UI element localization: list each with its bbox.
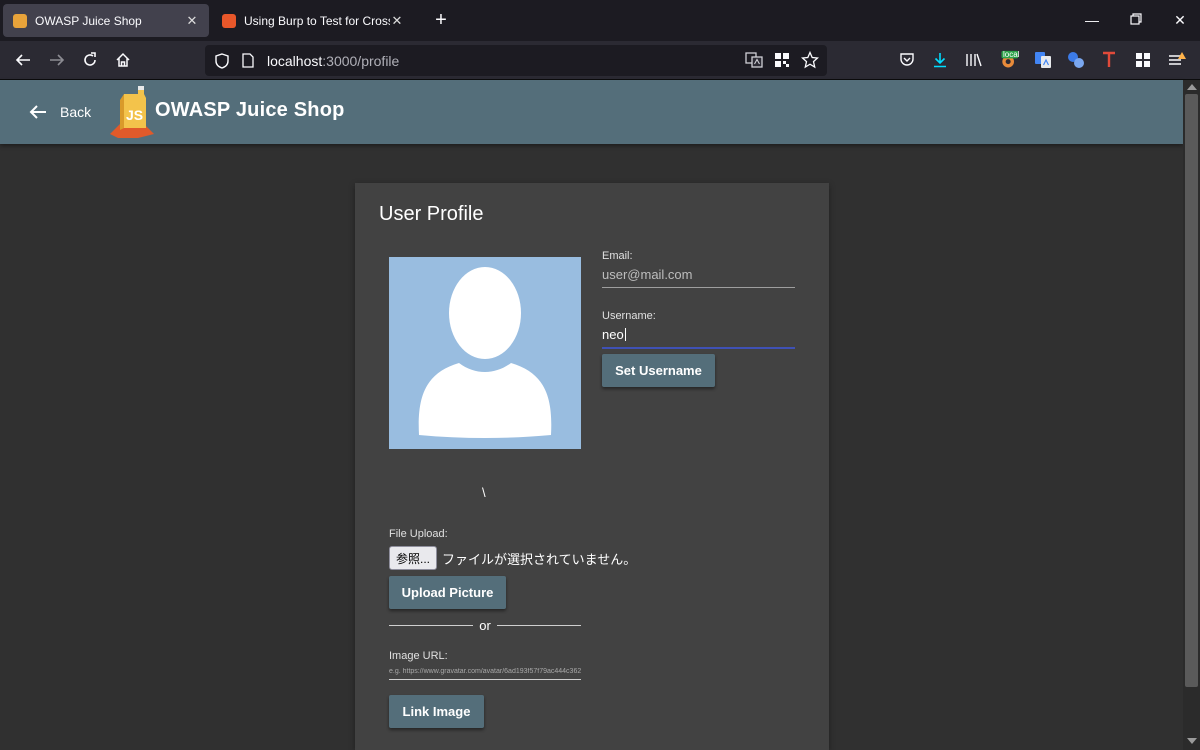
browse-file-button[interactable]: 参照...: [389, 546, 437, 570]
local-extension-icon[interactable]: local: [999, 50, 1019, 70]
tab-burp-article[interactable]: Using Burp to Test for Cross-Site ✕: [212, 4, 414, 37]
scrollbar-thumb[interactable]: [1185, 94, 1198, 687]
extensions-grid-icon[interactable]: [1133, 50, 1153, 70]
divider-line-left: [389, 624, 474, 626]
url-host: localhost: [267, 52, 323, 69]
new-tab-plus-icon[interactable]: +: [430, 9, 452, 31]
back-label: Back: [60, 104, 92, 120]
tab-title: Using Burp to Test for Cross-Site: [244, 13, 390, 28]
forward-arrow-icon[interactable]: [46, 49, 68, 71]
back-button[interactable]: Back: [28, 100, 91, 124]
divider-line-right: [496, 624, 581, 626]
url-bar[interactable]: localhost:3000/profile: [205, 45, 827, 76]
url-text: localhost:3000/profile: [267, 53, 399, 69]
tab-owasp-juice-shop[interactable]: OWASP Juice Shop ✕: [3, 4, 209, 37]
username-underline: [602, 347, 795, 349]
user-silhouette-icon: [418, 267, 552, 438]
username-label: Username:: [602, 310, 656, 322]
scroll-down-arrow-icon[interactable]: [1187, 738, 1197, 744]
browser-tab-bar: OWASP Juice Shop ✕ Using Burp to Test fo…: [0, 0, 1200, 41]
file-input: 参照... ファイルが選択されていません。: [389, 546, 636, 570]
browser-nav-bar: localhost:3000/profile local: [0, 41, 1200, 80]
email-underline: [602, 287, 795, 288]
app-header: Back JS OWASP Juice Shop: [0, 80, 1183, 144]
tracking-shield-icon[interactable]: [213, 52, 231, 70]
burp-favicon-icon: [222, 13, 236, 28]
page-title: User Profile: [379, 203, 484, 225]
link-image-button[interactable]: Link Image: [389, 695, 484, 728]
close-window-icon[interactable]: ✕: [1170, 10, 1190, 30]
or-text: or: [479, 617, 491, 633]
email-field: Email: user@mail.com: [602, 250, 795, 288]
reload-icon[interactable]: [79, 49, 101, 71]
user-profile-card: User Profile \ Email: user@mail.com User…: [355, 183, 829, 750]
translator-extension-icon[interactable]: [1066, 50, 1086, 70]
set-username-button[interactable]: Set Username: [602, 354, 715, 387]
hamburger-menu-icon[interactable]: [1167, 50, 1187, 70]
minimize-window-icon[interactable]: —: [1082, 10, 1102, 30]
text-caret: [624, 328, 626, 341]
close-tab-icon[interactable]: ✕: [185, 13, 199, 29]
local-badge-text: local: [1003, 50, 1020, 59]
username-input[interactable]: neo: [602, 327, 795, 343]
image-url-input[interactable]: e.g. https://www.gravatar.com/avatar/6ad…: [389, 668, 581, 680]
arrow-left-icon: [29, 105, 46, 119]
juice-shop-logo[interactable]: JS: [108, 84, 156, 140]
logo-text: JS: [126, 107, 143, 123]
bookmark-star-icon[interactable]: [800, 50, 820, 74]
library-icon[interactable]: [964, 50, 984, 70]
username-value: neo: [602, 327, 624, 342]
close-tab-icon[interactable]: ✕: [390, 13, 404, 29]
email-label: Email:: [602, 250, 633, 262]
juice-shop-favicon-icon: [13, 13, 27, 28]
profile-avatar: [389, 257, 581, 449]
email-value: user@mail.com: [602, 267, 693, 282]
url-path: :3000/profile: [322, 52, 400, 69]
restore-window-icon[interactable]: [1126, 10, 1146, 30]
page-scrollbar[interactable]: [1183, 80, 1200, 750]
upload-picture-button[interactable]: Upload Picture: [389, 576, 506, 609]
url-bar-actions: [745, 50, 820, 74]
translate-page-icon[interactable]: [745, 51, 763, 74]
pocket-icon[interactable]: [897, 50, 917, 70]
or-divider: or: [389, 617, 581, 633]
home-icon[interactable]: [112, 49, 134, 71]
file-status-text: ファイルが選択されていません。: [442, 551, 637, 567]
file-upload-label: File Upload:: [389, 528, 448, 540]
tab-title: OWASP Juice Shop: [35, 13, 142, 28]
scroll-up-arrow-icon[interactable]: [1187, 84, 1197, 90]
app-title[interactable]: OWASP Juice Shop: [155, 99, 345, 122]
username-field[interactable]: Username: neo: [602, 310, 795, 349]
image-url-label: Image URL:: [389, 650, 448, 662]
downloads-icon[interactable]: [930, 50, 950, 70]
back-arrow-icon[interactable]: [12, 49, 34, 71]
page-info-icon[interactable]: [239, 52, 257, 70]
google-translate-icon[interactable]: [1033, 50, 1053, 70]
avatar-caption: \: [482, 485, 486, 500]
text-extension-icon[interactable]: [1099, 50, 1119, 70]
qr-code-icon[interactable]: [773, 51, 791, 74]
